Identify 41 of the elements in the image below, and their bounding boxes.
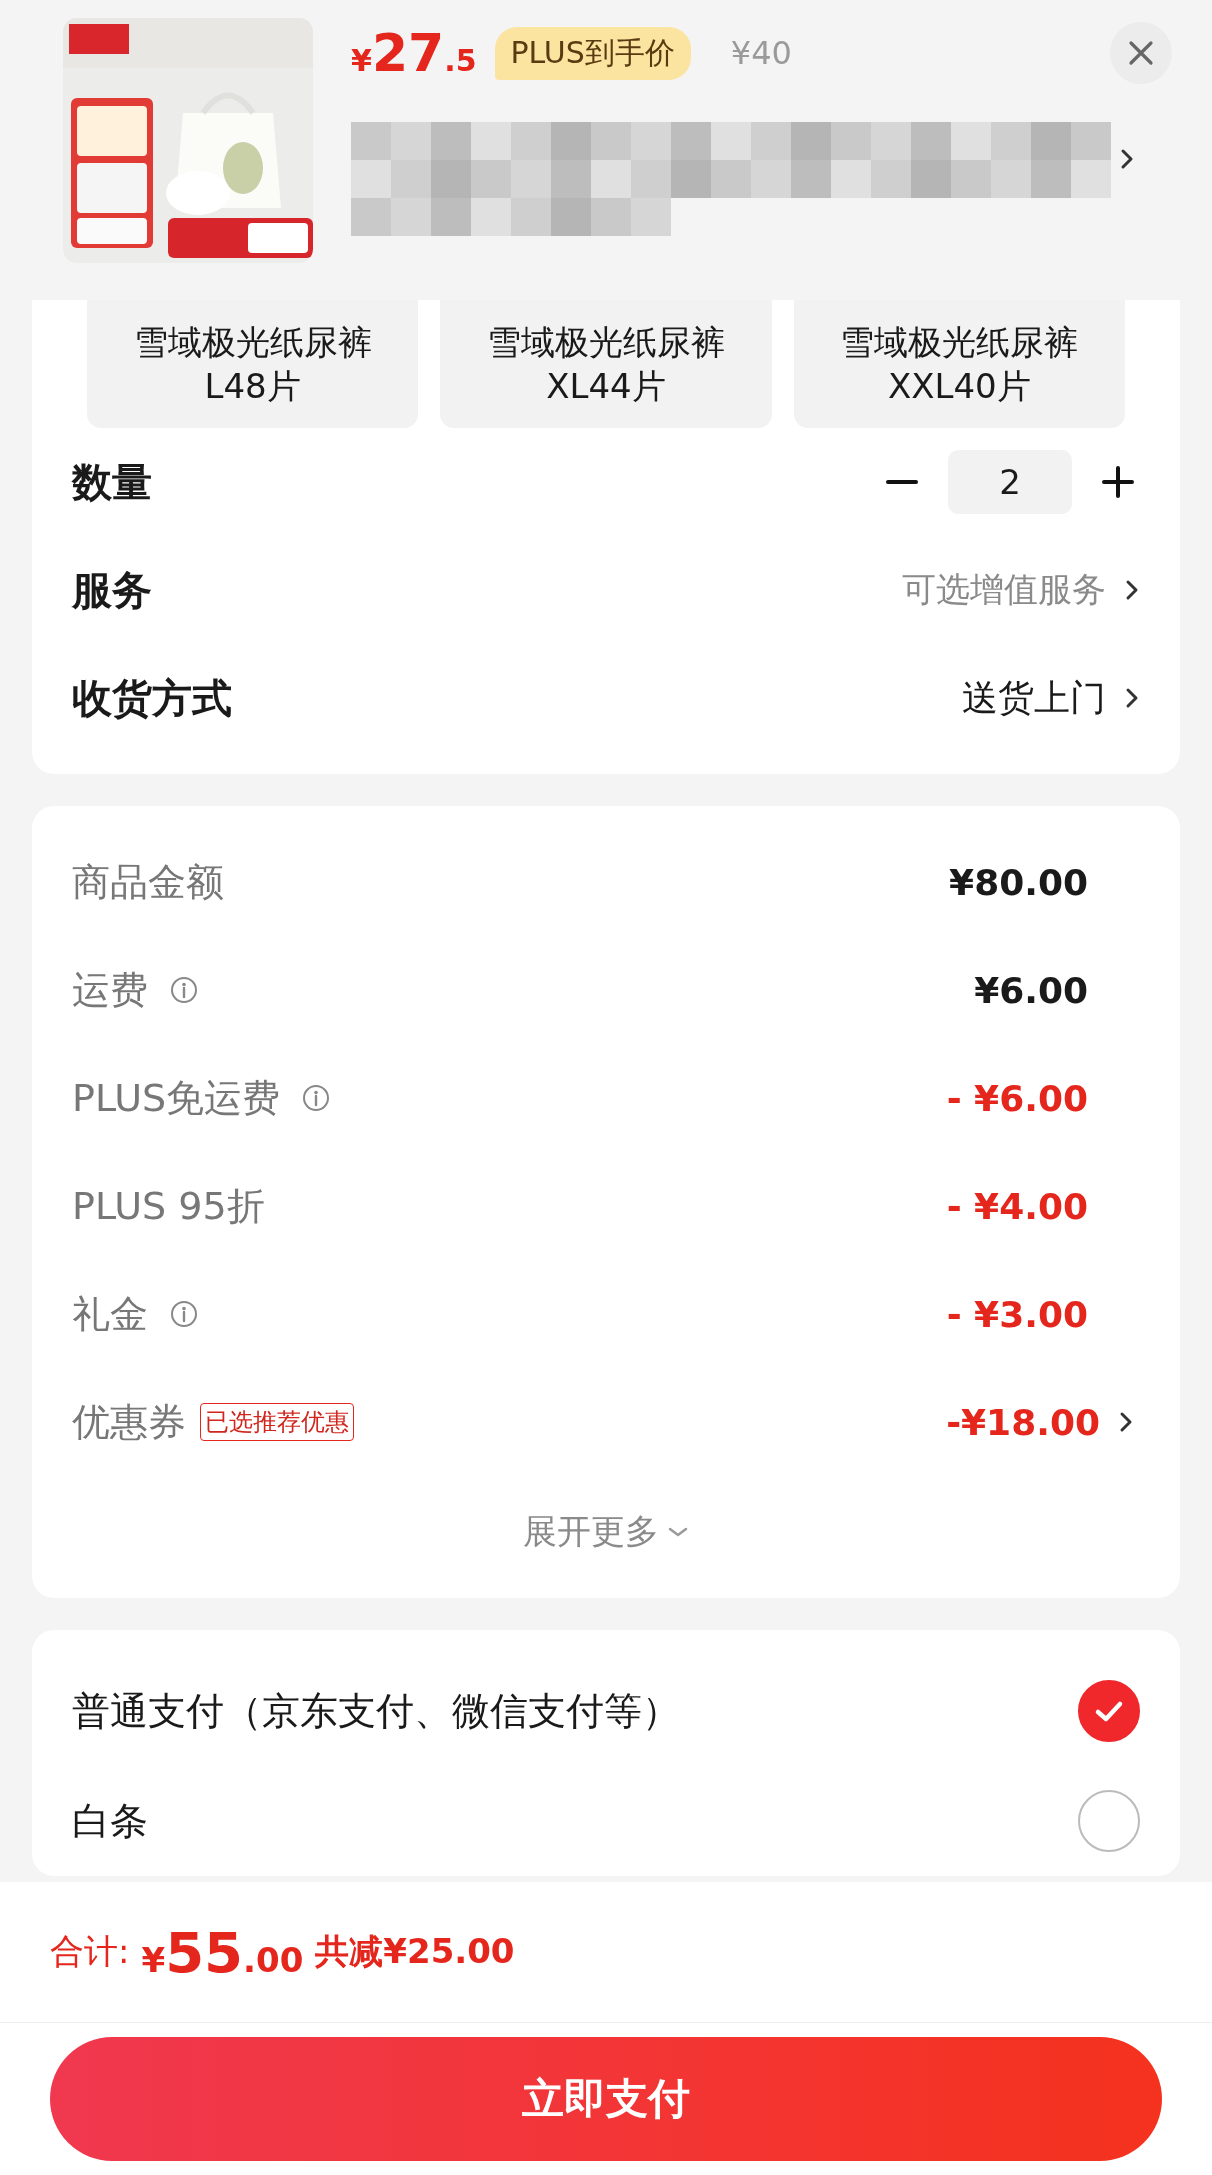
payment-option[interactable]: 普通支付（京东支付、微信支付等）	[72, 1685, 680, 1737]
row-label: 收货方式	[72, 673, 232, 723]
row-label: 服务	[72, 565, 152, 615]
amount: -¥18.00	[946, 1401, 1100, 1443]
cost-label: PLUS免运费	[72, 1074, 281, 1122]
cost-label: 运费	[72, 966, 148, 1014]
cost-label: 商品金额	[72, 858, 224, 906]
saving-amount: 共减¥25.00	[315, 1930, 515, 1973]
close-icon	[1128, 40, 1154, 66]
chevron-down-icon	[667, 1525, 689, 1539]
cost-label: 礼金	[72, 1290, 148, 1338]
total-price: ¥55.00	[141, 1919, 304, 1985]
info-icon[interactable]	[170, 1300, 198, 1328]
pay-button[interactable]: 立即支付	[50, 2037, 1162, 2161]
total-label: 合计:	[50, 1930, 130, 1973]
payment-option[interactable]: 白条	[72, 1795, 148, 1847]
price-badge: PLUS到手价	[494, 26, 691, 80]
amount: - ¥6.00	[946, 1077, 1088, 1119]
amount: ¥6.00	[974, 969, 1088, 1011]
chevron-right-icon[interactable]	[1119, 148, 1135, 170]
variant-option[interactable]: 雪域极光纸尿裤 L48片	[87, 300, 419, 428]
info-icon[interactable]	[302, 1084, 331, 1112]
cost-label: 优惠券	[72, 1398, 186, 1446]
amount: ¥80.00	[949, 861, 1088, 903]
cost-label: PLUS 95折	[72, 1182, 265, 1230]
coupon-tag: 已选推荐优惠	[200, 1403, 354, 1441]
row-label: 数量	[72, 457, 152, 507]
option-link[interactable]: 送货上门	[962, 673, 1140, 723]
variant-option[interactable]: 雪域极光纸尿裤 XL44片	[440, 300, 772, 428]
chevron-right-icon	[1124, 579, 1140, 601]
minus-icon	[886, 479, 918, 485]
chevron-right-icon[interactable]	[1118, 1411, 1134, 1433]
original-price: ¥40	[730, 34, 792, 72]
plus-icon	[1102, 466, 1134, 498]
amount: - ¥4.00	[946, 1185, 1088, 1227]
chevron-right-icon	[1124, 687, 1140, 709]
info-icon[interactable]	[170, 976, 198, 1004]
amount: - ¥3.00	[946, 1293, 1088, 1335]
price: ¥27.5	[351, 23, 477, 83]
quantity-field[interactable]: 2	[948, 450, 1072, 514]
variant-option[interactable]: 雪域极光纸尿裤 XXL40片	[793, 300, 1125, 428]
